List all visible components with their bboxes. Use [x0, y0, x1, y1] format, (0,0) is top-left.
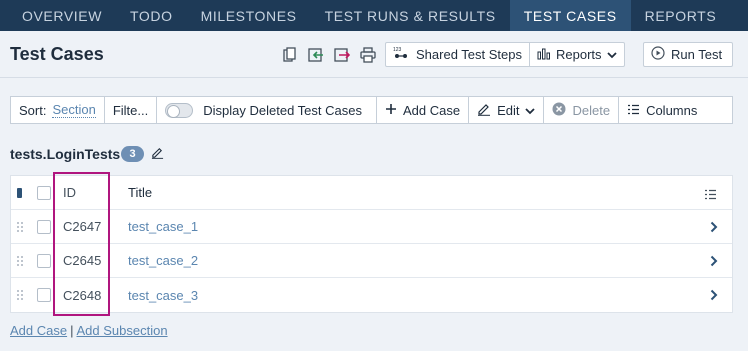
filter-button[interactable]: Filte... — [105, 97, 158, 123]
tab-overview[interactable]: OVERVIEW — [0, 0, 116, 31]
reports-dropdown-button[interactable]: Reports — [530, 43, 624, 66]
export-icon[interactable] — [332, 45, 352, 65]
delete-circle-x-icon — [552, 102, 566, 119]
edit-dropdown-button[interactable]: Edit — [469, 97, 545, 123]
section-footer-links: Add Case | Add Subsection — [10, 323, 168, 338]
chevron-right-icon[interactable] — [710, 255, 720, 267]
chevron-down-icon — [525, 103, 536, 118]
title-column-header[interactable]: Title — [128, 185, 152, 200]
run-test-label: Run Test — [671, 47, 723, 62]
filter-label: Filte... — [112, 102, 149, 118]
case-id: C2648 — [63, 287, 102, 303]
shared-steps-icon: 123 — [393, 46, 411, 63]
columns-list-icon — [627, 103, 640, 118]
header-icon-bar — [280, 45, 378, 65]
sort-control[interactable]: Sort: Section — [11, 97, 105, 123]
delete-label: Delete — [572, 102, 611, 118]
play-icon — [651, 46, 665, 63]
page-title: Test Cases — [10, 44, 104, 64]
link-separator: | — [70, 323, 74, 338]
tab-reports[interactable]: REPORTS — [631, 0, 731, 31]
tab-test-cases[interactable]: TEST CASES — [509, 0, 631, 31]
header-button-group: 123 Shared Test Steps Reports — [385, 42, 625, 67]
import-icon[interactable] — [306, 45, 326, 65]
tab-milestones[interactable]: MILESTONES — [187, 0, 311, 31]
case-title-link[interactable]: test_case_2 — [128, 253, 198, 268]
display-deleted-label: Display Deleted Test Cases — [203, 102, 362, 118]
top-navigation: OVERVIEW TODO MILESTONES TEST RUNS & RES… — [0, 0, 748, 31]
id-column-header[interactable]: ID — [63, 185, 76, 200]
section-title: tests.LoginTests — [10, 146, 121, 162]
delete-button[interactable]: Delete — [544, 97, 620, 123]
edit-section-pencil-icon[interactable] — [151, 146, 165, 160]
sort-label: Sort: — [19, 102, 47, 118]
plus-icon — [385, 103, 397, 118]
row-checkbox[interactable] — [37, 254, 51, 268]
bar-chart-icon — [537, 47, 551, 63]
row-checkbox[interactable] — [37, 288, 51, 302]
drag-handle-icon[interactable] — [16, 221, 24, 233]
chevron-down-icon — [606, 47, 617, 62]
select-all-checkbox[interactable] — [37, 186, 51, 200]
add-case-label: Add Case — [402, 102, 461, 118]
run-test-button[interactable]: Run Test — [643, 42, 733, 67]
reports-label: Reports — [556, 47, 602, 62]
header-divider — [0, 77, 748, 78]
svg-text:123: 123 — [393, 47, 402, 53]
add-case-button[interactable]: Add Case — [377, 97, 470, 123]
column-settings-icon[interactable] — [704, 188, 718, 200]
section-marker-icon — [17, 188, 22, 198]
table-row[interactable]: C2645 test_case_2 — [11, 244, 732, 278]
shared-test-steps-label: Shared Test Steps — [416, 47, 522, 62]
chevron-right-icon[interactable] — [710, 221, 720, 233]
table-row[interactable]: C2647 test_case_1 — [11, 210, 732, 244]
columns-label: Columns — [646, 102, 698, 118]
table-header-row: ID Title — [11, 176, 732, 210]
add-case-link[interactable]: Add Case — [10, 323, 67, 338]
drag-handle-icon[interactable] — [16, 255, 24, 267]
columns-button[interactable]: Columns — [619, 97, 732, 123]
test-cases-table: ID Title C2647 test_case_1 C2645 test_ca… — [10, 175, 733, 313]
add-subsection-link[interactable]: Add Subsection — [76, 323, 167, 338]
display-deleted-toggle[interactable] — [165, 102, 194, 118]
chevron-right-icon[interactable] — [710, 289, 720, 301]
drag-handle-icon[interactable] — [16, 289, 24, 301]
case-count-badge: 3 — [121, 146, 144, 162]
sort-value-link[interactable]: Section — [52, 102, 96, 118]
pencil-icon — [477, 102, 491, 119]
tab-test-runs-results[interactable]: TEST RUNS & RESULTS — [311, 0, 510, 31]
print-icon[interactable] — [358, 45, 378, 65]
case-title-link[interactable]: test_case_3 — [128, 288, 198, 303]
shared-test-steps-button[interactable]: 123 Shared Test Steps — [386, 43, 530, 66]
case-id: C2647 — [63, 219, 102, 234]
copy-icon[interactable] — [280, 45, 300, 65]
edit-label: Edit — [497, 102, 520, 118]
case-id: C2645 — [63, 253, 102, 268]
cases-toolbar: Sort: Section Filte... Display Deleted T… — [10, 96, 733, 124]
table-row[interactable]: C2648 test_case_3 — [11, 278, 732, 312]
case-title-link[interactable]: test_case_1 — [128, 219, 198, 234]
row-checkbox[interactable] — [37, 220, 51, 234]
display-deleted-toggle-control[interactable]: Display Deleted Test Cases — [157, 97, 377, 123]
tab-todo[interactable]: TODO — [116, 0, 187, 31]
